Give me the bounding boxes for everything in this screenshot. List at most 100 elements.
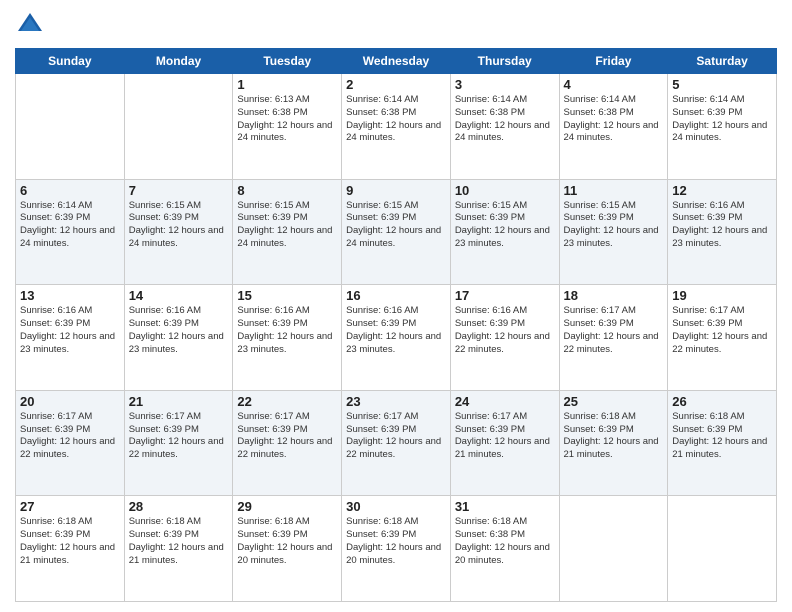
calendar-cell: 10 Sunrise: 6:15 AM Sunset: 6:39 PM Dayli…: [450, 179, 559, 285]
calendar-cell: [124, 74, 233, 180]
day-info: Sunrise: 6:15 AM Sunset: 6:39 PM Dayligh…: [564, 200, 664, 251]
day-info: Sunrise: 6:14 AM Sunset: 6:39 PM Dayligh…: [672, 94, 772, 145]
day-info: Sunrise: 6:18 AM Sunset: 6:38 PM Dayligh…: [455, 516, 555, 567]
day-number: 23: [346, 394, 446, 409]
calendar-header: SundayMondayTuesdayWednesdayThursdayFrid…: [16, 49, 777, 74]
calendar-cell: 2 Sunrise: 6:14 AM Sunset: 6:38 PM Daylig…: [342, 74, 451, 180]
calendar-cell: 4 Sunrise: 6:14 AM Sunset: 6:38 PM Daylig…: [559, 74, 668, 180]
day-number: 6: [20, 183, 120, 198]
calendar-cell: 1 Sunrise: 6:13 AM Sunset: 6:38 PM Daylig…: [233, 74, 342, 180]
day-number: 15: [237, 288, 337, 303]
week-row-1: 1 Sunrise: 6:13 AM Sunset: 6:38 PM Daylig…: [16, 74, 777, 180]
weekday-header-wednesday: Wednesday: [342, 49, 451, 74]
day-info: Sunrise: 6:16 AM Sunset: 6:39 PM Dayligh…: [237, 305, 337, 356]
calendar-body: 1 Sunrise: 6:13 AM Sunset: 6:38 PM Daylig…: [16, 74, 777, 602]
day-info: Sunrise: 6:16 AM Sunset: 6:39 PM Dayligh…: [346, 305, 446, 356]
calendar-cell: 20Sunrise: 6:17 AM Sunset: 6:39 PM Dayli…: [16, 390, 125, 496]
day-number: 13: [20, 288, 120, 303]
calendar-cell: 28 Sunrise: 6:18 AM Sunset: 6:39 PM Dayli…: [124, 496, 233, 602]
day-number: 27: [20, 499, 120, 514]
calendar-cell: 27 Sunrise: 6:18 AM Sunset: 6:39 PM Dayli…: [16, 496, 125, 602]
calendar-cell: 19 Sunrise: 6:17 AM Sunset: 6:39 PM Dayli…: [668, 285, 777, 391]
day-info: Sunrise: 6:17 AM Sunset: 6:39 PM Dayligh…: [346, 411, 446, 462]
day-number: 21: [129, 394, 229, 409]
day-number: 8: [237, 183, 337, 198]
day-info: Sunrise: 6:17 AM Sunset: 6:39 PM Dayligh…: [455, 411, 555, 462]
day-number: 10: [455, 183, 555, 198]
calendar-cell: 13 Sunrise: 6:16 AM Sunset: 6:39 PM Dayli…: [16, 285, 125, 391]
day-number: 12: [672, 183, 772, 198]
weekday-header-friday: Friday: [559, 49, 668, 74]
calendar-cell: 30 Sunrise: 6:18 AM Sunset: 6:39 PM Dayli…: [342, 496, 451, 602]
day-info: Sunrise: 6:17 AM Sunset: 6:39 PM Dayligh…: [672, 305, 772, 356]
day-number: 25: [564, 394, 664, 409]
day-info: Sunrise: 6:17 AM Sunset: 6:39 PM Dayligh…: [237, 411, 337, 462]
day-number: 20: [20, 394, 120, 409]
day-info: Sunrise: 6:17 AM Sunset: 6:39 PM Dayligh…: [129, 411, 229, 462]
calendar-cell: 23 Sunrise: 6:17 AM Sunset: 6:39 PM Dayli…: [342, 390, 451, 496]
day-info: Sunrise: 6:14 AM Sunset: 6:38 PM Dayligh…: [346, 94, 446, 145]
calendar-cell: 14 Sunrise: 6:16 AM Sunset: 6:39 PM Dayli…: [124, 285, 233, 391]
day-number: 19: [672, 288, 772, 303]
day-info: Sunrise: 6:14 AM Sunset: 6:38 PM Dayligh…: [455, 94, 555, 145]
logo: [15, 10, 49, 40]
calendar-cell: 15 Sunrise: 6:16 AM Sunset: 6:39 PM Dayli…: [233, 285, 342, 391]
weekday-header-tuesday: Tuesday: [233, 49, 342, 74]
day-number: 16: [346, 288, 446, 303]
day-number: 24: [455, 394, 555, 409]
calendar-cell: 9Sunrise: 6:15 AM Sunset: 6:39 PM Daylig…: [342, 179, 451, 285]
day-number: 4: [564, 77, 664, 92]
day-info: Sunrise: 6:16 AM Sunset: 6:39 PM Dayligh…: [20, 305, 120, 356]
day-number: 17: [455, 288, 555, 303]
day-info: Sunrise: 6:18 AM Sunset: 6:39 PM Dayligh…: [20, 516, 120, 567]
calendar-cell: 17Sunrise: 6:16 AM Sunset: 6:39 PM Dayli…: [450, 285, 559, 391]
calendar-cell: 21 Sunrise: 6:17 AM Sunset: 6:39 PM Dayli…: [124, 390, 233, 496]
week-row-5: 27 Sunrise: 6:18 AM Sunset: 6:39 PM Dayli…: [16, 496, 777, 602]
weekday-header-monday: Monday: [124, 49, 233, 74]
calendar-cell: 3Sunrise: 6:14 AM Sunset: 6:38 PM Daylig…: [450, 74, 559, 180]
day-number: 29: [237, 499, 337, 514]
week-row-4: 20 Sunrise: 6:17 AM Sunset: 6:39 PM Dayli…: [16, 390, 777, 496]
day-info: Sunrise: 6:14 AM Sunset: 6:39 PM Dayligh…: [20, 200, 120, 251]
day-info: Sunrise: 6:18 AM Sunset: 6:39 PM Dayligh…: [564, 411, 664, 462]
calendar-cell: 26 Sunrise: 6:18 AM Sunset: 6:39 PM Dayli…: [668, 390, 777, 496]
calendar-cell: [668, 496, 777, 602]
calendar-cell: [559, 496, 668, 602]
day-number: 31: [455, 499, 555, 514]
day-info: Sunrise: 6:16 AM Sunset: 6:39 PM Dayligh…: [672, 200, 772, 251]
day-info: Sunrise: 6:16 AM Sunset: 6:39 PM Dayligh…: [129, 305, 229, 356]
day-number: 30: [346, 499, 446, 514]
day-info: Sunrise: 6:15 AM Sunset: 6:39 PM Dayligh…: [129, 200, 229, 251]
calendar-cell: 6 Sunrise: 6:14 AM Sunset: 6:39 PM Daylig…: [16, 179, 125, 285]
day-number: 9: [346, 183, 446, 198]
day-number: 1: [237, 77, 337, 92]
day-info: Sunrise: 6:18 AM Sunset: 6:39 PM Dayligh…: [346, 516, 446, 567]
day-number: 28: [129, 499, 229, 514]
calendar-cell: [16, 74, 125, 180]
week-row-3: 13 Sunrise: 6:16 AM Sunset: 6:39 PM Dayli…: [16, 285, 777, 391]
weekday-header-row: SundayMondayTuesdayWednesdayThursdayFrid…: [16, 49, 777, 74]
day-info: Sunrise: 6:15 AM Sunset: 6:39 PM Dayligh…: [455, 200, 555, 251]
day-number: 11: [564, 183, 664, 198]
calendar-cell: 31 Sunrise: 6:18 AM Sunset: 6:38 PM Dayli…: [450, 496, 559, 602]
weekday-header-thursday: Thursday: [450, 49, 559, 74]
day-number: 5: [672, 77, 772, 92]
calendar-cell: 18Sunrise: 6:17 AM Sunset: 6:39 PM Dayli…: [559, 285, 668, 391]
day-number: 14: [129, 288, 229, 303]
day-number: 26: [672, 394, 772, 409]
logo-icon: [15, 10, 45, 40]
day-info: Sunrise: 6:15 AM Sunset: 6:39 PM Dayligh…: [237, 200, 337, 251]
calendar-cell: 11 Sunrise: 6:15 AM Sunset: 6:39 PM Dayli…: [559, 179, 668, 285]
day-number: 2: [346, 77, 446, 92]
calendar-cell: 12 Sunrise: 6:16 AM Sunset: 6:39 PM Dayli…: [668, 179, 777, 285]
day-number: 7: [129, 183, 229, 198]
calendar-cell: 22Sunrise: 6:17 AM Sunset: 6:39 PM Dayli…: [233, 390, 342, 496]
day-info: Sunrise: 6:18 AM Sunset: 6:39 PM Dayligh…: [237, 516, 337, 567]
calendar-cell: 8 Sunrise: 6:15 AM Sunset: 6:39 PM Daylig…: [233, 179, 342, 285]
day-info: Sunrise: 6:17 AM Sunset: 6:39 PM Dayligh…: [564, 305, 664, 356]
calendar-table: SundayMondayTuesdayWednesdayThursdayFrid…: [15, 48, 777, 602]
day-info: Sunrise: 6:13 AM Sunset: 6:38 PM Dayligh…: [237, 94, 337, 145]
day-info: Sunrise: 6:14 AM Sunset: 6:38 PM Dayligh…: [564, 94, 664, 145]
day-info: Sunrise: 6:18 AM Sunset: 6:39 PM Dayligh…: [129, 516, 229, 567]
day-info: Sunrise: 6:18 AM Sunset: 6:39 PM Dayligh…: [672, 411, 772, 462]
